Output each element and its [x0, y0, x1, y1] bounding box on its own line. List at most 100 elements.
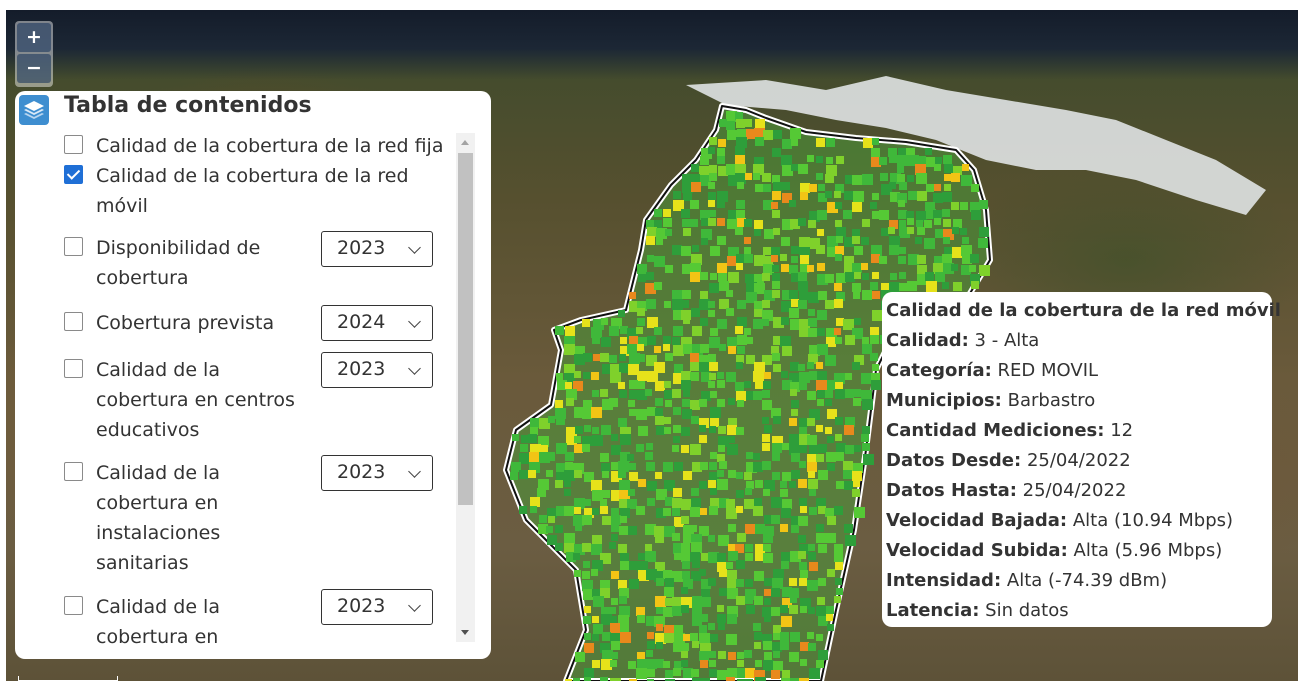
coverage-cell[interactable] [844, 425, 854, 435]
coverage-cell[interactable] [771, 346, 779, 354]
coverage-cell[interactable] [780, 254, 787, 261]
coverage-cell[interactable] [809, 489, 816, 496]
coverage-cell[interactable] [834, 544, 843, 553]
coverage-cell[interactable] [701, 589, 710, 598]
coverage-cell[interactable] [818, 578, 826, 586]
coverage-cell[interactable] [800, 570, 808, 578]
coverage-cell[interactable] [816, 454, 824, 462]
coverage-cell[interactable] [836, 318, 844, 326]
coverage-cell[interactable] [853, 480, 860, 487]
coverage-cell[interactable] [852, 283, 861, 292]
zoom-in-button[interactable]: + [17, 23, 51, 52]
coverage-cell[interactable] [817, 344, 828, 355]
coverage-cell[interactable] [584, 668, 594, 678]
coverage-cell[interactable] [690, 200, 699, 209]
coverage-cell[interactable] [835, 246, 844, 255]
coverage-cell[interactable] [799, 372, 810, 383]
coverage-cell[interactable] [709, 506, 718, 515]
coverage-cell[interactable] [799, 418, 808, 427]
coverage-cell[interactable] [763, 489, 770, 496]
coverage-cell[interactable] [664, 381, 671, 388]
coverage-cell[interactable] [709, 373, 716, 380]
coverage-cell[interactable] [773, 651, 780, 658]
coverage-cell[interactable] [592, 390, 599, 397]
coverage-cell[interactable] [717, 470, 724, 477]
coverage-cell[interactable] [646, 462, 655, 471]
coverage-cell[interactable] [755, 677, 766, 681]
coverage-cell[interactable] [872, 291, 880, 299]
coverage-cell[interactable] [881, 228, 889, 236]
coverage-cell[interactable] [943, 155, 952, 164]
coverage-cell[interactable] [584, 643, 594, 653]
coverage-cell[interactable] [862, 219, 870, 227]
coverage-cell[interactable] [701, 553, 709, 561]
coverage-cell[interactable] [655, 408, 663, 416]
coverage-cell[interactable] [611, 462, 619, 470]
coverage-cell[interactable] [782, 670, 790, 678]
coverage-cell[interactable] [773, 130, 782, 139]
coverage-cell[interactable] [681, 427, 690, 436]
coverage-cell[interactable] [691, 488, 699, 496]
coverage-cell[interactable] [556, 416, 565, 425]
coverage-cell[interactable] [755, 660, 762, 667]
coverage-cell[interactable] [709, 362, 718, 371]
coverage-cell[interactable] [690, 372, 699, 381]
coverage-cell[interactable] [736, 596, 745, 605]
coverage-cell[interactable] [807, 155, 814, 162]
coverage-cell[interactable] [746, 481, 754, 489]
coverage-cell[interactable] [836, 588, 843, 595]
coverage-cell[interactable] [827, 569, 835, 577]
coverage-cell[interactable] [717, 553, 726, 562]
coverage-cell[interactable] [753, 462, 763, 472]
coverage-cell[interactable] [897, 155, 908, 166]
coverage-cell[interactable] [654, 327, 662, 335]
coverage-cell[interactable] [672, 445, 679, 452]
coverage-cell[interactable] [826, 614, 833, 621]
coverage-cell[interactable] [681, 445, 689, 453]
coverage-cell[interactable] [827, 463, 835, 471]
coverage-cell[interactable] [691, 164, 699, 172]
coverage-cell[interactable] [672, 606, 682, 616]
coverage-cell[interactable] [736, 355, 744, 363]
coverage-cell[interactable] [647, 227, 657, 237]
coverage-cell[interactable] [601, 463, 610, 472]
coverage-cell[interactable] [646, 236, 655, 245]
coverage-cell[interactable] [718, 651, 726, 659]
coverage-cell[interactable] [663, 336, 671, 344]
coverage-cell[interactable] [772, 281, 780, 289]
scrollbar-thumb[interactable] [458, 153, 473, 505]
coverage-cell[interactable] [647, 336, 656, 345]
coverage-cell[interactable] [726, 508, 737, 519]
coverage-cell[interactable] [736, 210, 745, 219]
coverage-cell[interactable] [736, 506, 743, 513]
coverage-cell[interactable] [735, 155, 745, 165]
coverage-cell[interactable] [735, 112, 743, 120]
coverage-cell[interactable] [584, 606, 591, 613]
coverage-cell[interactable] [737, 660, 744, 667]
coverage-cell[interactable] [818, 291, 827, 300]
coverage-cell[interactable] [800, 192, 808, 200]
coverage-cell[interactable] [816, 245, 825, 254]
coverage-cell[interactable] [681, 300, 689, 308]
coverage-cell[interactable] [574, 470, 582, 478]
coverage-cell[interactable] [582, 571, 590, 579]
coverage-cell[interactable] [681, 605, 689, 613]
coverage-cell[interactable] [899, 283, 907, 291]
coverage-cell[interactable] [618, 310, 625, 317]
coverage-cell[interactable] [926, 281, 937, 292]
coverage-cell[interactable] [763, 247, 771, 255]
coverage-cell[interactable] [717, 380, 725, 388]
coverage-cell[interactable] [681, 651, 688, 658]
coverage-cell[interactable] [755, 524, 765, 534]
coverage-cell[interactable] [637, 318, 645, 326]
coverage-cell[interactable] [836, 273, 846, 283]
coverage-cell[interactable] [862, 443, 870, 451]
layer-checkbox[interactable] [64, 312, 83, 331]
coverage-cell[interactable] [727, 580, 736, 589]
coverage-cell[interactable] [934, 184, 941, 191]
layers-icon[interactable] [19, 95, 49, 125]
coverage-cell[interactable] [602, 632, 611, 641]
coverage-cell[interactable] [897, 174, 905, 182]
coverage-cell[interactable] [637, 371, 647, 381]
coverage-cell[interactable] [682, 219, 690, 227]
